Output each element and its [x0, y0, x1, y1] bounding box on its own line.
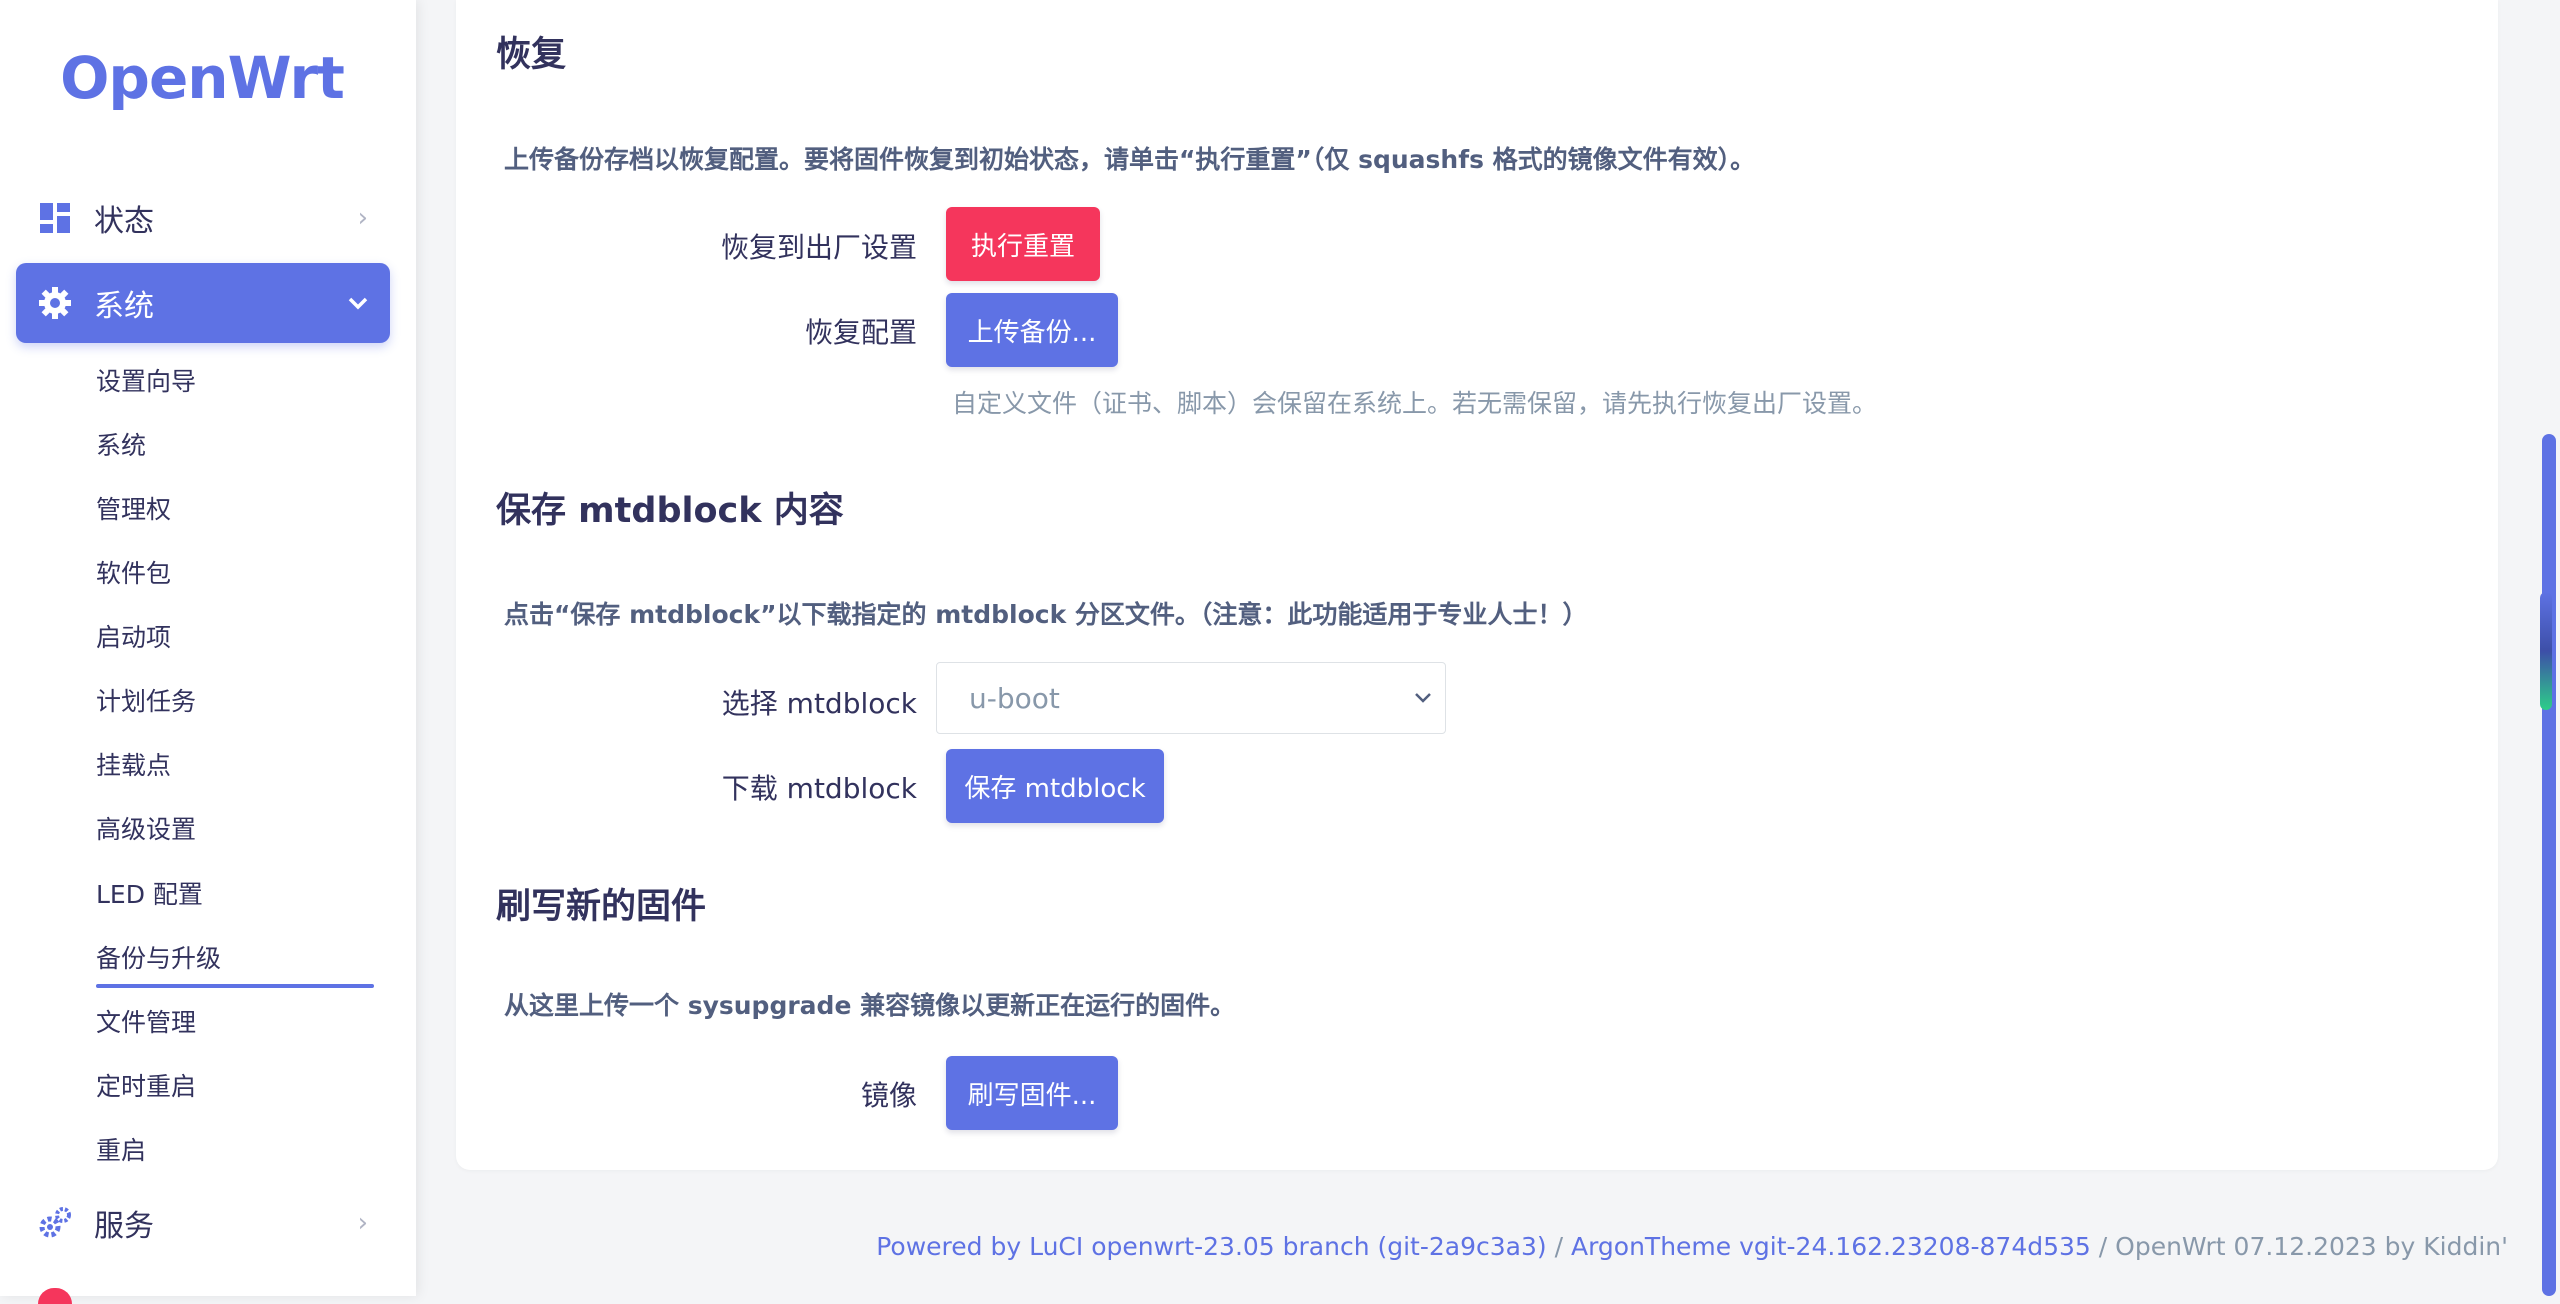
sidebar-item-mounts[interactable]: 挂载点: [96, 746, 171, 782]
footer-separator: /: [1546, 1232, 1571, 1261]
dashboard-icon: [38, 201, 72, 235]
openwrt-logo[interactable]: OpenWrt: [0, 44, 404, 112]
sidebar-item-file-manager[interactable]: 文件管理: [96, 1003, 196, 1039]
chevron-down-icon: [1411, 683, 1435, 707]
perform-reset-button[interactable]: 执行重置: [946, 207, 1100, 281]
mtdblock-description: 点击“保存 mtdblock”以下载指定的 mtdblock 分区文件。（注意：…: [504, 600, 1588, 629]
sidebar-item-crontab[interactable]: 计划任务: [96, 682, 196, 718]
upload-backup-button[interactable]: 上传备份...: [946, 293, 1118, 367]
nav-label-system: 系统: [94, 289, 154, 324]
footer-build-info: OpenWrt 07.12.2023 by Kiddin': [2115, 1232, 2508, 1261]
footer-theme-link[interactable]: ArgonTheme vgit-24.162.23208-874d535: [1571, 1232, 2091, 1261]
chevron-down-icon: [348, 288, 368, 318]
image-label: 镜像: [860, 1079, 917, 1112]
sidebar-item-system[interactable]: 系统: [96, 426, 146, 462]
sidebar-item-wizard[interactable]: 设置向导: [96, 362, 196, 398]
sidebar-item-led[interactable]: LED 配置: [96, 875, 203, 911]
sidebar-item-packages[interactable]: 软件包: [96, 554, 171, 590]
footer-luci-link[interactable]: Powered by LuCI openwrt-23.05 branch (gi…: [876, 1232, 1546, 1261]
sidebar-item-admin[interactable]: 管理权: [96, 490, 171, 526]
nav-item-services[interactable]: 服务 ›: [16, 1183, 390, 1263]
footer: Powered by LuCI openwrt-23.05 branch (gi…: [876, 1232, 2508, 1261]
sidebar-item-startup[interactable]: 启动项: [96, 618, 171, 654]
restore-config-label: 恢复配置: [804, 316, 917, 349]
nav-label-status: 状态: [94, 204, 154, 239]
mtdblock-select-value: u-boot: [969, 681, 1060, 715]
next-nav-icon: [38, 1288, 72, 1304]
flash-firmware-button[interactable]: 刷写固件...: [946, 1056, 1118, 1130]
mtdblock-select[interactable]: u-boot: [936, 662, 1446, 734]
restore-description: 上传备份存档以恢复配置。要将固件恢复到初始状态，请单击“执行重置”（仅 squa…: [504, 145, 1756, 174]
download-mtdblock-label: 下载 mtdblock: [721, 772, 917, 805]
factory-reset-label: 恢复到出厂设置: [720, 231, 917, 264]
nav-label-services: 服务: [94, 1209, 154, 1244]
footer-separator: /: [2090, 1232, 2116, 1261]
sidebar-item-backup-upgrade[interactable]: 备份与升级: [96, 939, 375, 988]
flash-description: 从这里上传一个 sysupgrade 兼容镜像以更新正在运行的固件。: [504, 991, 1236, 1020]
nav-item-status[interactable]: 状态 ›: [16, 178, 390, 258]
gear-icon: [38, 286, 72, 320]
sidebar-item-reboot[interactable]: 重启: [96, 1131, 146, 1167]
select-mtdblock-label: 选择 mtdblock: [721, 687, 917, 720]
sidebar-item-scheduled-reboot[interactable]: 定时重启: [96, 1067, 196, 1103]
chevron-right-icon: ›: [357, 1208, 368, 1238]
sidebar: OpenWrt 状态 › 系统 设置向导 系统 管理权 软件包 启动项 计划任务…: [0, 0, 416, 1304]
save-mtdblock-button[interactable]: 保存 mtdblock: [946, 749, 1164, 823]
cogs-icon: [38, 1206, 72, 1240]
scroll-position-marker: [2540, 592, 2552, 710]
section-title-flash: 刷写新的固件: [496, 887, 707, 927]
section-title-mtdblock: 保存 mtdblock 内容: [496, 491, 844, 531]
scrollbar-thumb[interactable]: [2542, 434, 2556, 1296]
chevron-right-icon: ›: [357, 203, 368, 233]
section-title-restore: 恢复: [496, 35, 567, 75]
restore-help-text: 自定义文件（证书、脚本）会保留在系统上。若无需保留，请先执行恢复出厂设置。: [952, 389, 1878, 418]
nav-item-system[interactable]: 系统: [16, 263, 390, 343]
sidebar-item-advanced[interactable]: 高级设置: [96, 810, 196, 846]
